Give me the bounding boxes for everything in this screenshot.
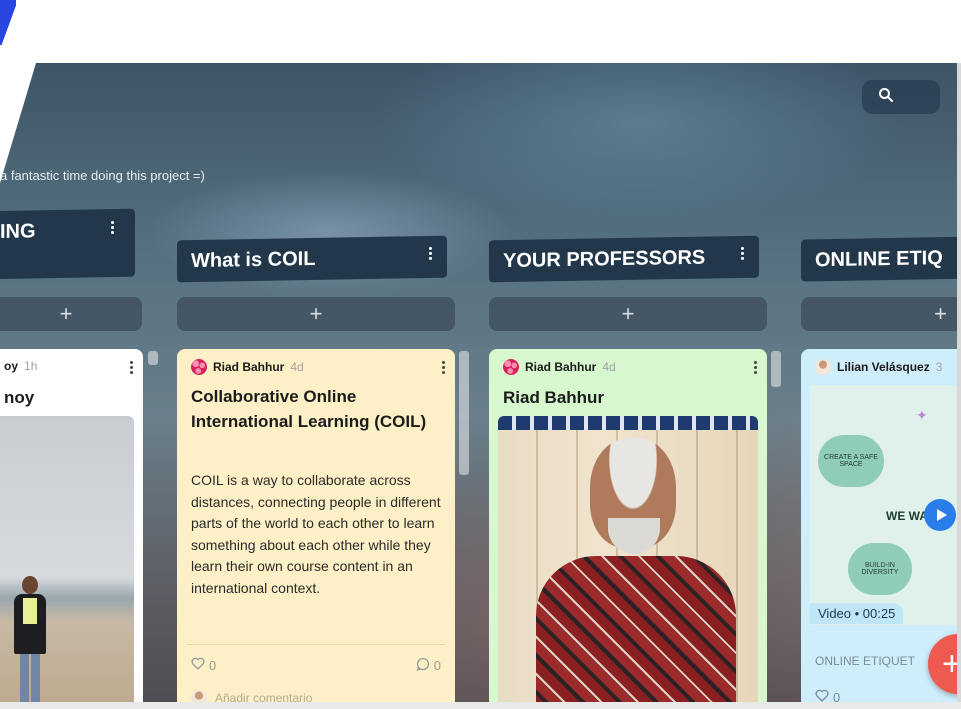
column-header-4[interactable]: ONLINE ETIQ <box>801 236 961 282</box>
column-title: ING <box>0 220 36 244</box>
post-author: oy <box>4 359 19 373</box>
post-photo[interactable] <box>498 416 758 709</box>
post-menu-icon[interactable] <box>754 361 757 376</box>
post-time: 1h <box>24 359 38 373</box>
post-author: Lilian Velásquez <box>837 360 930 374</box>
person-figure <box>10 576 50 706</box>
post-author: Riad Bahhur <box>213 360 285 374</box>
column-header-2[interactable]: What is COIL <box>177 235 447 283</box>
add-post-button-1[interactable]: + <box>0 297 142 331</box>
post-time: 4d <box>602 360 616 374</box>
add-post-button-4[interactable]: + <box>801 297 961 331</box>
board-corner-cut <box>0 63 36 183</box>
column-header-3[interactable]: YOUR PROFESSORS <box>489 235 759 283</box>
avatar <box>503 359 519 375</box>
video-label: Video • 00:25 <box>810 603 904 624</box>
video-thumbnail[interactable]: CREATE A SAFE SPACE WE WA BUILD-IN DIVER… <box>810 385 961 625</box>
column-menu-icon[interactable] <box>429 246 433 261</box>
post-menu-icon[interactable] <box>442 361 445 376</box>
like-count: 0 <box>209 657 217 673</box>
photo-top-border <box>498 416 758 430</box>
column-title: What is COIL <box>191 247 316 272</box>
avatar <box>191 359 207 375</box>
post-time: 4d <box>290 360 304 374</box>
comment-button[interactable]: 0 <box>416 657 441 674</box>
column-title: ONLINE ETIQ <box>815 246 943 271</box>
post-photo[interactable] <box>0 416 134 709</box>
avatar <box>815 359 831 375</box>
page-scrollbar-track[interactable] <box>957 63 961 702</box>
heart-icon <box>191 657 205 673</box>
horizontal-scrollbar[interactable] <box>0 702 961 709</box>
post-card-3[interactable]: Riad Bahhur 4d Riad Bahhur <box>489 349 767 709</box>
column-scrollbar[interactable] <box>459 351 469 475</box>
column-menu-icon[interactable] <box>111 221 115 235</box>
thumb-center-text: WE WA <box>886 509 928 523</box>
post-card-1[interactable]: oy 1h noy <box>0 349 143 709</box>
thumb-bubble-2: BUILD-IN DIVERSITY <box>848 543 912 595</box>
play-button[interactable] <box>924 499 956 531</box>
comment-count: 0 <box>433 658 441 673</box>
sparkle-icon: ✦ <box>916 407 928 423</box>
post-title: Collaborative Online International Learn… <box>191 387 427 431</box>
column-header-1[interactable]: ING <box>0 208 135 280</box>
post-meta: Riad Bahhur 4d <box>191 359 304 375</box>
column-title: YOUR PROFESSORS <box>503 246 706 272</box>
post-menu-icon[interactable] <box>130 361 133 376</box>
column-menu-icon[interactable] <box>741 246 745 261</box>
column-scrollbar[interactable] <box>148 351 158 365</box>
post-meta: Riad Bahhur 4d <box>503 359 616 375</box>
post-title: noy <box>4 388 35 407</box>
comment-icon <box>416 657 430 674</box>
post-meta: oy 1h <box>4 359 37 373</box>
post-meta: Lilian Velásquez 3 <box>815 359 942 375</box>
post-author: Riad Bahhur <box>525 360 597 374</box>
post-divider <box>187 644 445 645</box>
post-body: COIL is a way to collaborate across dist… <box>191 472 441 596</box>
search-button[interactable] <box>862 80 940 114</box>
add-post-button-3[interactable]: + <box>489 297 767 331</box>
post-caption: ONLINE ETIQUET <box>815 654 916 668</box>
search-icon <box>878 87 894 108</box>
post-title: Riad Bahhur <box>503 388 605 407</box>
person-shirt <box>536 556 736 709</box>
app-logo[interactable] <box>0 0 16 45</box>
add-post-button-2[interactable]: + <box>177 297 455 331</box>
post-time: 3 <box>935 360 943 374</box>
post-card-2[interactable]: Riad Bahhur 4d Collaborative Online Inte… <box>177 349 455 709</box>
play-icon <box>936 509 947 521</box>
board-subtitle: a fantastic time doing this project =) <box>0 168 205 183</box>
like-button[interactable]: 0 <box>191 657 216 673</box>
column-scrollbar[interactable] <box>771 351 781 387</box>
thumb-bubble-1: CREATE A SAFE SPACE <box>818 435 884 487</box>
